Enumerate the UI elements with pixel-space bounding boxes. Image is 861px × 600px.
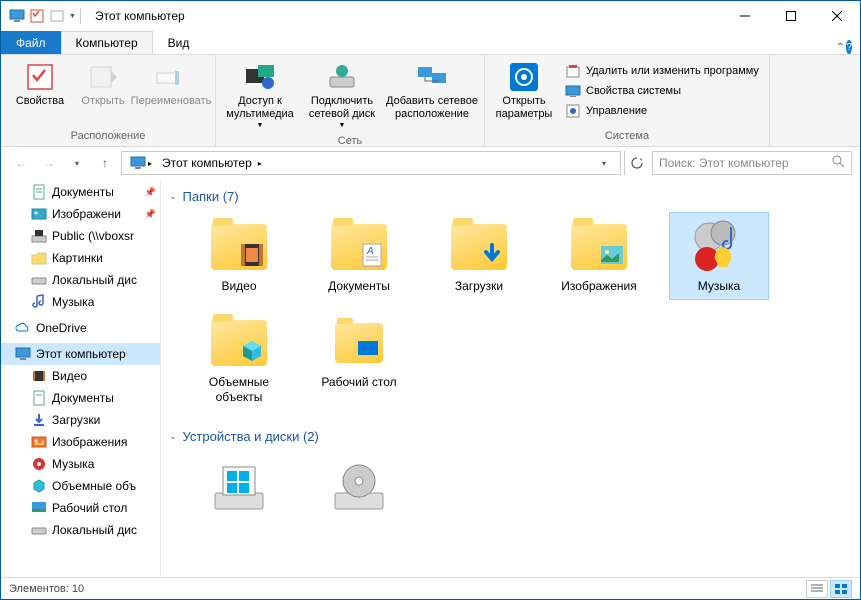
folder-music[interactable]: Музыка bbox=[669, 212, 769, 300]
breadcrumb-root[interactable]: ▸ bbox=[126, 153, 156, 173]
nav-local-disk[interactable]: Локальный дис bbox=[1, 269, 160, 291]
recent-locations-button[interactable]: ▾ bbox=[65, 151, 89, 175]
back-button: ← bbox=[9, 151, 33, 175]
nav-3d-objects[interactable]: Объемные объ bbox=[1, 475, 160, 497]
tab-computer[interactable]: Компьютер bbox=[61, 31, 153, 54]
tab-file[interactable]: Файл bbox=[1, 31, 61, 54]
folder-videos[interactable]: Видео bbox=[189, 212, 289, 300]
nav-images2[interactable]: Изображения bbox=[1, 431, 160, 453]
pin-icon: 📌 bbox=[145, 209, 156, 220]
nav-documents[interactable]: Документы📌 bbox=[1, 181, 160, 203]
open-settings-button[interactable]: Открыть параметры bbox=[489, 57, 559, 125]
status-item-count: Элементов: 10 bbox=[9, 583, 84, 595]
chevron-down-icon: ▼ bbox=[339, 122, 346, 129]
nav-images[interactable]: Изображени📌 bbox=[1, 203, 160, 225]
search-icon bbox=[832, 155, 845, 171]
folder-images[interactable]: Изображения bbox=[549, 212, 649, 300]
properties-button[interactable]: Свойства bbox=[5, 57, 75, 112]
minimize-button[interactable] bbox=[722, 1, 768, 31]
forward-button: → bbox=[37, 151, 61, 175]
properties-qat-icon[interactable] bbox=[29, 8, 45, 24]
refresh-button[interactable] bbox=[624, 151, 648, 175]
main-pane[interactable]: ⌄ Папки (7) Видео A Документы Загрузки bbox=[161, 179, 860, 577]
maximize-button[interactable] bbox=[768, 1, 814, 31]
manage-button[interactable]: Управление bbox=[559, 101, 765, 121]
computer-icon bbox=[9, 8, 25, 24]
chevron-down-icon: ▼ bbox=[257, 122, 264, 129]
nav-videos[interactable]: Видео bbox=[1, 365, 160, 387]
chevron-down-icon: ⌄ bbox=[169, 431, 177, 442]
nav-music2[interactable]: Музыка bbox=[1, 453, 160, 475]
up-button[interactable]: ↑ bbox=[93, 151, 117, 175]
details-view-button[interactable] bbox=[806, 580, 828, 598]
pin-icon: 📌 bbox=[145, 187, 156, 198]
folder-3d-objects[interactable]: Объемные объекты bbox=[189, 308, 289, 411]
rename-button: Переименовать bbox=[131, 57, 211, 112]
nav-documents2[interactable]: Документы bbox=[1, 387, 160, 409]
navigation-pane[interactable]: Документы📌 Изображени📌 Public (\\vboxsr … bbox=[1, 179, 161, 577]
folder-documents[interactable]: A Документы bbox=[309, 212, 409, 300]
drive-optical[interactable] bbox=[309, 452, 409, 526]
ribbon-collapse-button[interactable]: ⌃? bbox=[836, 40, 860, 54]
qat-dropdown-icon[interactable]: ▼ bbox=[69, 13, 76, 20]
nav-onedrive[interactable]: OneDrive bbox=[1, 317, 160, 339]
nav-public[interactable]: Public (\\vboxsr bbox=[1, 225, 160, 247]
new-folder-qat-icon[interactable] bbox=[49, 8, 65, 24]
nav-music[interactable]: Музыка bbox=[1, 291, 160, 313]
drives-section-header[interactable]: ⌄ Устройства и диски (2) bbox=[169, 423, 852, 448]
uninstall-programs-button[interactable]: Удалить или изменить программу bbox=[559, 61, 765, 81]
map-drive-button[interactable]: Подключить сетевой диск ▼ bbox=[300, 57, 384, 133]
close-button[interactable] bbox=[814, 1, 860, 31]
open-button: Открыть bbox=[75, 57, 131, 112]
nav-local-disk2[interactable]: Локальный дис bbox=[1, 519, 160, 541]
breadcrumb-this-pc[interactable]: Этот компьютер▸ bbox=[158, 154, 266, 172]
svg-text:A: A bbox=[366, 246, 374, 257]
nav-desktop[interactable]: Рабочий стол bbox=[1, 497, 160, 519]
tab-view[interactable]: Вид bbox=[153, 31, 205, 54]
nav-this-pc[interactable]: Этот компьютер bbox=[1, 343, 160, 365]
breadcrumb[interactable]: ▸ Этот компьютер▸ ▾ bbox=[121, 151, 621, 175]
media-access-button[interactable]: Доступ к мультимедиа ▼ bbox=[220, 57, 300, 133]
folders-section-header[interactable]: ⌄ Папки (7) bbox=[169, 183, 852, 208]
window-title: Этот компьютер bbox=[89, 9, 722, 23]
history-dropdown-button[interactable]: ▾ bbox=[592, 151, 616, 175]
folder-desktop[interactable]: Рабочий стол bbox=[309, 308, 409, 411]
drive-local[interactable] bbox=[189, 452, 289, 526]
chevron-down-icon: ⌄ bbox=[169, 191, 177, 202]
folder-downloads[interactable]: Загрузки bbox=[429, 212, 529, 300]
icons-view-button[interactable] bbox=[830, 580, 852, 598]
ribbon-group-location: Расположение bbox=[5, 128, 211, 144]
system-properties-button[interactable]: Свойства системы bbox=[559, 81, 765, 101]
nav-downloads[interactable]: Загрузки bbox=[1, 409, 160, 431]
search-input[interactable]: Поиск: Этот компьютер bbox=[652, 151, 852, 175]
help-icon[interactable]: ? bbox=[846, 40, 852, 54]
nav-pictures[interactable]: Картинки bbox=[1, 247, 160, 269]
add-network-location-button[interactable]: Добавить сетевое расположение bbox=[384, 57, 480, 125]
ribbon-group-system: Система bbox=[489, 128, 765, 144]
